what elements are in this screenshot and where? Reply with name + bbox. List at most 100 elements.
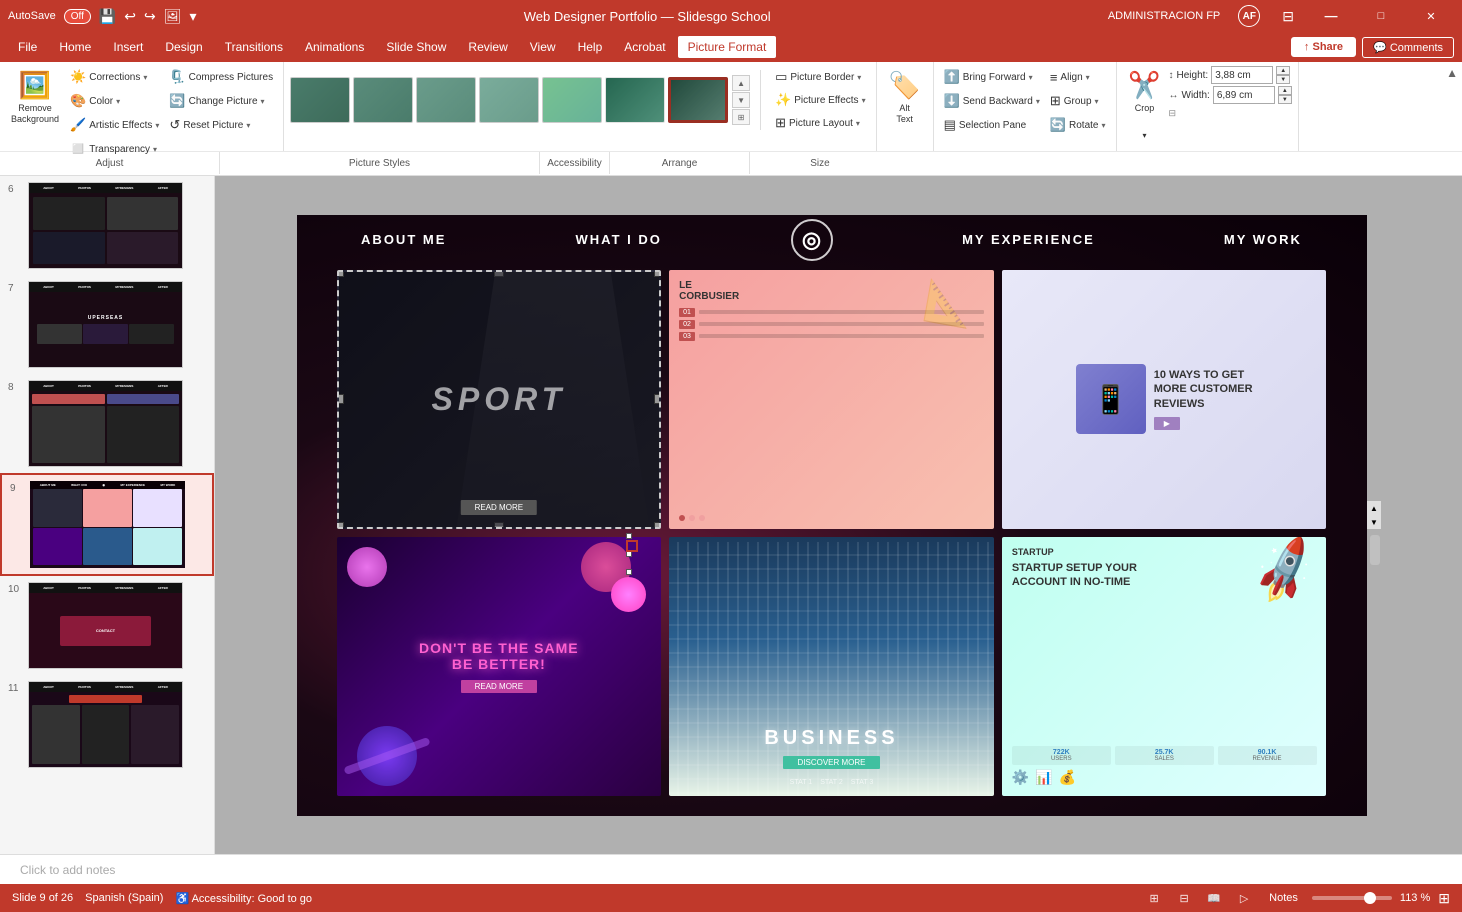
ribbon-collapse[interactable]: ▲ — [1442, 62, 1462, 151]
presenter-view-button[interactable]: ▷ — [1233, 887, 1255, 909]
style-2[interactable] — [353, 77, 413, 123]
picture-border-button[interactable]: ▭ Picture Border ▾ — [771, 66, 870, 88]
read-more-btn[interactable]: READ MORE — [461, 500, 537, 515]
slide-canvas[interactable]: ABOUT ME WHAT I DO ◎ MY EXPERIENCE MY WO… — [297, 215, 1367, 816]
collapse-icon[interactable]: ▲ — [1446, 66, 1458, 80]
corrections-button[interactable]: ☀️ Corrections ▾ — [66, 66, 163, 88]
width-down[interactable]: ▼ — [1278, 95, 1292, 104]
space-image[interactable]: DON'T BE THE SAME BE BETTER! READ MORE — [337, 537, 662, 796]
style-5[interactable] — [542, 77, 602, 123]
alt-text-button[interactable]: 🏷️ AltText — [883, 66, 927, 144]
height-input[interactable] — [1211, 66, 1273, 84]
send-backward-button[interactable]: ⬇️ Send Backward ▾ — [940, 90, 1044, 112]
menu-insert[interactable]: Insert — [103, 36, 153, 58]
rotate-button[interactable]: 🔄 Rotate ▾ — [1046, 114, 1110, 136]
normal-view-button[interactable]: ⊞ — [1143, 887, 1165, 909]
height-down[interactable]: ▼ — [1276, 75, 1290, 84]
redo-icon[interactable]: ↪ — [144, 8, 156, 25]
slide-navigation: ABOUT ME WHAT I DO ◎ MY EXPERIENCE MY WO… — [297, 215, 1367, 265]
menu-picture-format[interactable]: Picture Format — [678, 36, 777, 58]
gallery-scroll-down[interactable]: ▼ — [732, 92, 750, 108]
style-7[interactable] — [668, 77, 728, 123]
size-expand-icon[interactable]: ⊟ — [1169, 108, 1292, 119]
align-button[interactable]: ≡ Align ▾ — [1046, 66, 1110, 88]
zoom-thumb[interactable] — [1364, 892, 1376, 904]
undo-icon[interactable]: ↩ — [124, 8, 136, 25]
space-btn[interactable]: READ MORE — [461, 680, 537, 693]
picture-effects-button[interactable]: ✨ Picture Effects ▾ — [771, 89, 870, 111]
notes-button[interactable]: Notes — [1263, 890, 1304, 906]
menu-transitions[interactable]: Transitions — [215, 36, 293, 58]
compress-pictures-button[interactable]: 🗜️ Compress Pictures — [165, 66, 277, 88]
change-picture-button[interactable]: 🔄 Change Picture ▾ — [165, 90, 277, 112]
h1[interactable] — [626, 533, 632, 539]
user-avatar[interactable]: AF — [1238, 5, 1260, 27]
style-1[interactable] — [290, 77, 350, 123]
maximize-button[interactable]: □ — [1358, 0, 1404, 32]
group-label: Group — [1064, 96, 1092, 107]
format-icon[interactable]: 🖼 — [164, 8, 182, 25]
menu-view[interactable]: View — [520, 36, 566, 58]
group-button[interactable]: ⊞ Group ▾ — [1046, 90, 1110, 112]
slide-num-7: 7 — [8, 281, 22, 294]
crop-button[interactable]: ✂️ Crop ▾ — [1123, 66, 1167, 144]
share-button[interactable]: ↑ Share — [1291, 37, 1356, 57]
color-button[interactable]: 🎨 Color ▾ — [66, 90, 163, 112]
save-icon[interactable]: 💾 — [99, 8, 116, 25]
reviews-image[interactable]: 📱 10 WAYS TO GETMORE CUSTOMERREVIEWS ▶ — [1002, 270, 1327, 529]
menu-home[interactable]: Home — [49, 36, 101, 58]
minimize-button[interactable]: ─ — [1308, 0, 1354, 32]
notes-area[interactable]: Click to add notes — [0, 854, 1462, 884]
adjust-inner2: 🗜️ Compress Pictures 🔄 Change Picture ▾ … — [165, 66, 277, 136]
reading-view-button[interactable]: 📖 — [1203, 887, 1225, 909]
height-up[interactable]: ▲ — [1276, 66, 1290, 75]
bring-forward-button[interactable]: ⬆️ Bring Forward ▾ — [940, 66, 1044, 88]
slide-thumb-7[interactable]: 7 ABOUTPHOTOSMYDESIGNSAFTER UPERSEAS — [0, 275, 214, 374]
style-4[interactable] — [479, 77, 539, 123]
slide-thumb-8[interactable]: 8 ABOUTPHOTOSMYDESIGNSAFTER — [0, 374, 214, 473]
scroll-thumb[interactable] — [1370, 535, 1380, 565]
reset-picture-button[interactable]: ↺ Reset Picture ▾ — [165, 114, 277, 136]
autosave-toggle[interactable]: Off — [64, 9, 91, 24]
business-image[interactable]: BUSINESS DISCOVER MORE STAT 1 STAT 2 STA… — [669, 537, 994, 796]
width-input[interactable] — [1213, 86, 1275, 104]
style-3[interactable] — [416, 77, 476, 123]
reviews-btn[interactable]: ▶ — [1154, 417, 1180, 430]
selection-pane-button[interactable]: ▤ Selection Pane — [940, 114, 1044, 136]
h3[interactable] — [626, 569, 632, 575]
remove-background-button[interactable]: 🖼️ RemoveBackground — [6, 66, 64, 144]
width-up[interactable]: ▲ — [1278, 86, 1292, 95]
startup-image[interactable]: STARTUP STARTUP SETUP YOURACCOUNT IN NO-… — [1002, 537, 1327, 796]
menu-animations[interactable]: Animations — [295, 36, 374, 58]
align-label: Align — [1060, 72, 1082, 83]
ribbon-display-icon[interactable]: ⊟ — [1272, 8, 1304, 25]
business-btn[interactable]: DISCOVER MORE — [783, 756, 879, 769]
slide-thumb-10[interactable]: 10 ABOUTPHOTOSMYDESIGNSAFTER CONTACT — [0, 576, 214, 675]
slide-num-10: 10 — [8, 582, 22, 595]
fit-slide-icon[interactable]: ⊞ — [1438, 890, 1450, 907]
menu-file[interactable]: File — [8, 36, 47, 58]
gallery-expand[interactable]: ⊞ — [732, 109, 750, 125]
comments-button[interactable]: 💬 Comments — [1362, 37, 1454, 58]
le-corbusier-image[interactable]: LECORBUSIER 01 02 03 — [669, 270, 994, 529]
zoom-slider[interactable] — [1312, 896, 1392, 900]
slide-thumb-6[interactable]: 6 ABOUTPHOTOSMYDESIGNSAFTER — [0, 176, 214, 275]
menu-review[interactable]: Review — [458, 36, 517, 58]
menu-help[interactable]: Help — [568, 36, 613, 58]
slide-thumb-9[interactable]: 9 ABOUT MEWHAT I DO◉MY EXPERIENCEMY WORK — [0, 473, 214, 576]
scroll-down-arrow[interactable]: ▼ — [1367, 515, 1381, 529]
picture-layout-button[interactable]: ⊞ Picture Layout ▾ — [771, 112, 870, 134]
menu-acrobat[interactable]: Acrobat — [614, 36, 675, 58]
menu-slideshow[interactable]: Slide Show — [376, 36, 456, 58]
gallery-scroll-up[interactable]: ▲ — [732, 75, 750, 91]
slide-sorter-button[interactable]: ⊟ — [1173, 887, 1195, 909]
menu-design[interactable]: Design — [155, 36, 212, 58]
slide-thumb-11[interactable]: 11 ABOUTPHOTOSMYDESIGNSAFTER — [0, 675, 214, 774]
bottom-left-indicator[interactable] — [626, 540, 638, 552]
scroll-up-arrow[interactable]: ▲ — [1367, 501, 1381, 515]
artistic-effects-button[interactable]: 🖌️ Artistic Effects ▾ — [66, 114, 163, 136]
sport-image[interactable]: ↺ SPORT READ MORE — [337, 270, 662, 529]
customize-icon[interactable]: ▾ — [190, 8, 197, 25]
close-button[interactable]: ✕ — [1408, 0, 1454, 32]
style-6[interactable] — [605, 77, 665, 123]
